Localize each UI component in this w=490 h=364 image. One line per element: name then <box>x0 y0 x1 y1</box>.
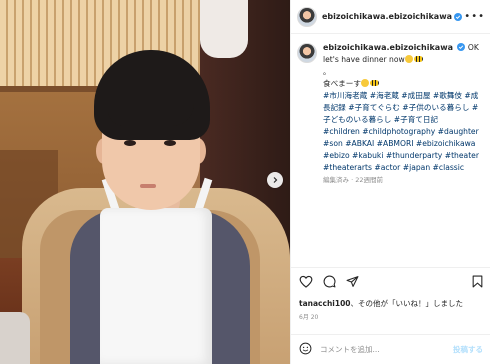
emoji-icon[interactable] <box>299 340 312 359</box>
bee-icon-2 <box>369 80 379 86</box>
likes-text: 、その他が「いいね！」しました <box>350 299 464 308</box>
chevron-right-icon <box>273 177 278 183</box>
caption-line-2: let's have dinner now <box>323 55 405 64</box>
smiling-face-icon-2 <box>360 79 369 87</box>
background-sleeve <box>200 0 248 58</box>
edited-timestamp: 編集済み · 22週間前 <box>323 176 383 184</box>
caption-verified-badge-icon <box>457 43 466 51</box>
post-comment-button[interactable]: 投稿する <box>453 344 483 355</box>
smiling-face-icon <box>404 55 413 63</box>
bookmark-icon[interactable] <box>472 275 483 288</box>
caption-dot: 。 <box>323 67 331 76</box>
avatar[interactable] <box>297 6 317 27</box>
caption-username[interactable]: ebizoichikawa.ebizoichikawa <box>323 43 453 52</box>
more-options-icon[interactable]: ••• <box>464 11 485 22</box>
caption-avatar[interactable] <box>297 43 317 63</box>
comment-input[interactable] <box>320 345 440 354</box>
share-icon[interactable] <box>346 275 359 288</box>
heart-icon[interactable] <box>299 275 313 288</box>
header-username[interactable]: ebizoichikawa.ebizoichikawa <box>322 12 452 21</box>
foreground-hand <box>0 312 30 364</box>
carousel-next-button[interactable] <box>267 172 283 188</box>
child-eye-right <box>164 140 176 146</box>
caption-area: ebizoichikawa.ebizoichikawa OK let's hav… <box>291 42 490 262</box>
hashtags-japanese[interactable]: #市川海老蔵 #海老蔵 #成田屋 #歌舞伎 #成長記録 #子育てぐらむ #子供の… <box>323 90 483 126</box>
likes-summary: tanacchi100、その他が「いいね！」しました <box>299 298 485 309</box>
comment-bar: 投稿する <box>291 334 490 364</box>
child-fringe <box>108 104 194 126</box>
verified-badge-icon <box>454 12 462 21</box>
post-details-panel: ebizoichikawa.ebizoichikawa ••• ebizoich… <box>290 0 490 364</box>
caption-text: ebizoichikawa.ebizoichikawa OK let's hav… <box>323 42 483 186</box>
child-mouth <box>140 184 156 188</box>
action-bar <box>291 267 490 295</box>
caption-row: ebizoichikawa.ebizoichikawa OK let's hav… <box>297 42 485 186</box>
post-photo <box>0 0 290 364</box>
child-eye-left <box>124 140 136 146</box>
hashtags-english[interactable]: #children #childphotography #daughter #s… <box>323 126 483 174</box>
comment-icon[interactable] <box>323 275 336 288</box>
likes-username[interactable]: tanacchi100 <box>299 299 351 308</box>
white-bib <box>100 208 212 364</box>
bee-icon <box>413 56 423 62</box>
post-date: 6月 20 <box>299 314 319 321</box>
caption-line-1: OK <box>467 43 479 52</box>
caption-line-3: 食べまーす <box>323 79 361 88</box>
post-header: ebizoichikawa.ebizoichikawa ••• <box>291 0 490 34</box>
